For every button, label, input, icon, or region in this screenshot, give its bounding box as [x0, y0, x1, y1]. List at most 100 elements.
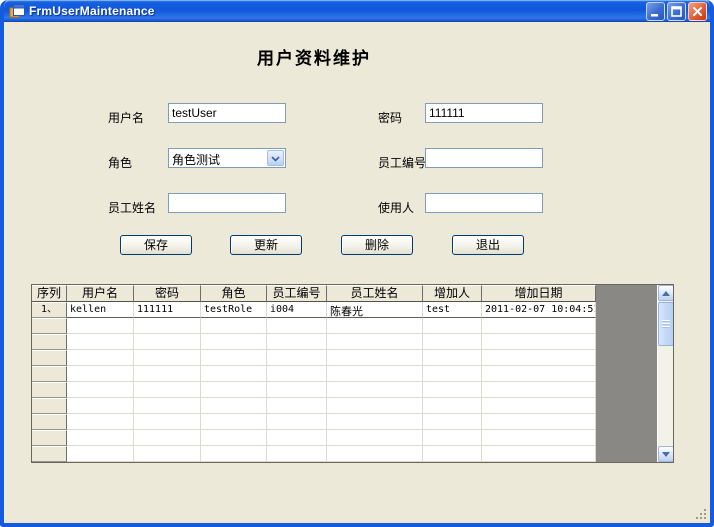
grid-cell[interactable] — [482, 334, 596, 350]
grid-cell[interactable] — [67, 446, 134, 462]
grid-cell[interactable] — [327, 366, 423, 382]
grid-cell[interactable] — [67, 334, 134, 350]
scroll-down-button[interactable] — [658, 446, 674, 462]
grid-cell[interactable] — [134, 430, 201, 446]
grid-cell[interactable] — [482, 398, 596, 414]
role-combobox[interactable]: 角色测试 — [168, 148, 286, 168]
grid-cell[interactable] — [267, 350, 327, 366]
employee-name-input[interactable] — [168, 193, 286, 213]
grid-cell[interactable] — [134, 446, 201, 462]
grid-cell[interactable] — [327, 382, 423, 398]
grid-cell[interactable] — [67, 430, 134, 446]
grid-cell[interactable] — [267, 414, 327, 430]
grid-cell[interactable] — [327, 334, 423, 350]
grid-cell[interactable] — [201, 446, 267, 462]
grid-cell[interactable] — [423, 398, 482, 414]
maximize-button[interactable] — [667, 2, 686, 21]
grid-cell[interactable] — [267, 366, 327, 382]
user-data-grid[interactable]: 序列用户名密码角色员工编号员工姓名增加人增加日期 1、kellen111111t… — [31, 284, 674, 463]
grid-cell[interactable] — [67, 414, 134, 430]
row-header-cell[interactable] — [32, 414, 67, 430]
table-row[interactable] — [32, 430, 673, 446]
table-row[interactable] — [32, 382, 673, 398]
row-header-cell[interactable] — [32, 446, 67, 462]
grid-cell[interactable]: 111111 — [134, 302, 201, 318]
grid-cell[interactable] — [134, 318, 201, 334]
save-button[interactable]: 保存 — [120, 235, 192, 255]
grid-cell[interactable] — [327, 350, 423, 366]
table-row[interactable] — [32, 446, 673, 462]
grid-cell[interactable] — [327, 414, 423, 430]
role-dropdown-button[interactable] — [267, 150, 284, 166]
grid-cell[interactable] — [327, 398, 423, 414]
table-row[interactable] — [32, 414, 673, 430]
grid-cell[interactable] — [134, 382, 201, 398]
grid-cell[interactable] — [482, 350, 596, 366]
row-header-cell[interactable]: 1、 — [32, 302, 67, 318]
grid-cell[interactable] — [327, 446, 423, 462]
minimize-button[interactable] — [646, 2, 665, 21]
scrollbar-thumb[interactable] — [658, 302, 674, 346]
grid-cell[interactable] — [67, 350, 134, 366]
scroll-up-button[interactable] — [658, 285, 674, 301]
table-row[interactable] — [32, 334, 673, 350]
grid-cell[interactable] — [267, 334, 327, 350]
grid-cell[interactable] — [134, 414, 201, 430]
password-input[interactable] — [425, 103, 543, 123]
close-button[interactable] — [688, 2, 707, 21]
grid-cell[interactable]: 2011-02-07 10:04:51 — [482, 302, 596, 318]
table-row[interactable] — [32, 366, 673, 382]
row-header-cell[interactable] — [32, 318, 67, 334]
grid-cell[interactable] — [423, 366, 482, 382]
operator-input[interactable] — [425, 193, 543, 213]
row-header-cell[interactable] — [32, 430, 67, 446]
grid-cell[interactable] — [201, 334, 267, 350]
update-button[interactable]: 更新 — [230, 235, 302, 255]
grid-cell[interactable] — [134, 350, 201, 366]
grid-cell[interactable] — [423, 446, 482, 462]
grid-cell[interactable] — [267, 446, 327, 462]
grid-cell[interactable] — [267, 398, 327, 414]
grid-cell[interactable]: testRole — [201, 302, 267, 318]
table-row[interactable] — [32, 318, 673, 334]
grid-cell[interactable] — [134, 398, 201, 414]
grid-cell[interactable] — [482, 446, 596, 462]
grid-cell[interactable]: i004 — [267, 302, 327, 318]
row-header-cell[interactable] — [32, 398, 67, 414]
employee-no-input[interactable] — [425, 148, 543, 168]
grid-vertical-scrollbar[interactable] — [657, 285, 673, 462]
grid-cell[interactable] — [267, 430, 327, 446]
grid-cell[interactable] — [482, 318, 596, 334]
grid-cell[interactable] — [267, 382, 327, 398]
grid-cell[interactable] — [423, 430, 482, 446]
grid-cell[interactable]: test — [423, 302, 482, 318]
grid-cell[interactable] — [67, 382, 134, 398]
grid-cell[interactable] — [201, 350, 267, 366]
grid-cell[interactable] — [134, 366, 201, 382]
table-row[interactable] — [32, 398, 673, 414]
grid-cell[interactable] — [482, 382, 596, 398]
table-row[interactable]: 1、kellen111111testRolei004陈春光test2011-02… — [32, 302, 673, 318]
resize-grip[interactable] — [696, 509, 708, 521]
grid-cell[interactable] — [423, 414, 482, 430]
grid-cell[interactable] — [201, 414, 267, 430]
row-header-cell[interactable] — [32, 382, 67, 398]
grid-cell[interactable] — [482, 414, 596, 430]
grid-cell[interactable] — [267, 318, 327, 334]
grid-cell[interactable] — [201, 398, 267, 414]
delete-button[interactable]: 删除 — [341, 235, 413, 255]
grid-cell[interactable] — [482, 430, 596, 446]
table-row[interactable] — [32, 350, 673, 366]
grid-cell[interactable] — [482, 366, 596, 382]
row-header-cell[interactable] — [32, 350, 67, 366]
grid-cell[interactable]: 陈春光 — [327, 302, 423, 318]
row-header-cell[interactable] — [32, 366, 67, 382]
row-header-cell[interactable] — [32, 334, 67, 350]
grid-cell[interactable] — [423, 334, 482, 350]
grid-cell[interactable] — [201, 430, 267, 446]
grid-cell[interactable] — [201, 318, 267, 334]
grid-cell[interactable] — [67, 398, 134, 414]
grid-cell[interactable] — [201, 366, 267, 382]
grid-cell[interactable] — [423, 318, 482, 334]
exit-button[interactable]: 退出 — [452, 235, 524, 255]
